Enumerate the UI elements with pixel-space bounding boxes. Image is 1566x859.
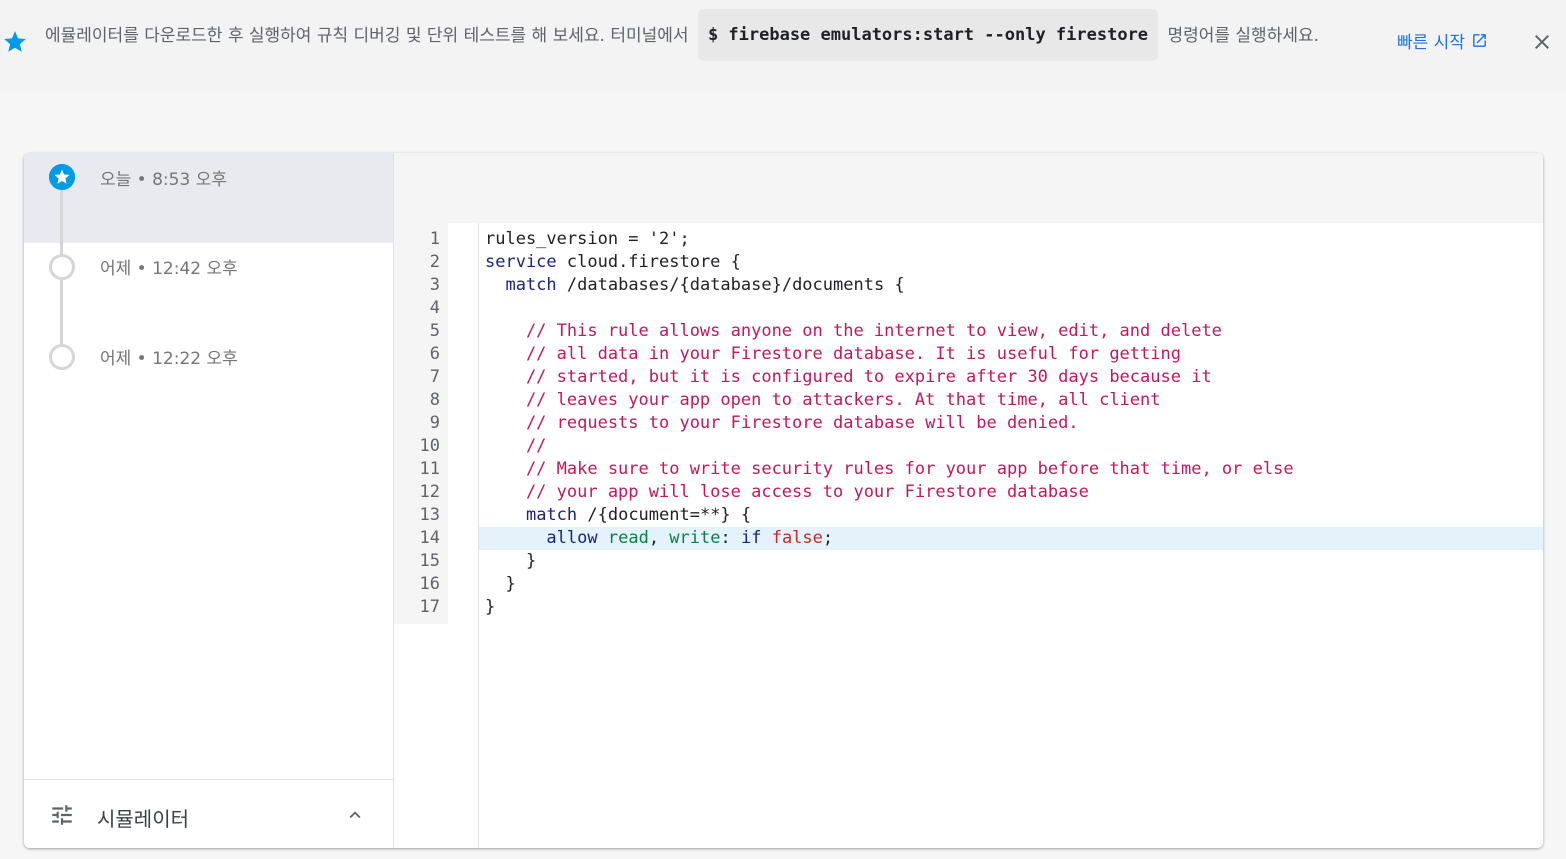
line-number: 16 (419, 574, 440, 594)
version-dot-icon (49, 254, 75, 280)
rules-code-editor[interactable]: 1 2 3 4 5 6 7 8 9 10 11 12 13 14 15 16 17 rules_version … (394, 153, 1543, 848)
code-token: // (485, 436, 547, 456)
line-number: 5 (429, 321, 440, 341)
star-icon (4, 31, 26, 52)
line-number: 3 (429, 275, 440, 295)
code-token: read (607, 528, 649, 548)
simulator-toggle[interactable]: 시뮬레이터 (24, 779, 393, 848)
code-line: } (485, 596, 495, 619)
code-line: allow read, write: if false; (485, 527, 833, 550)
code-token: , (648, 528, 670, 548)
code-token: match (505, 275, 557, 295)
history-item-label: 어제 • 12:22 오후 (100, 349, 238, 369)
code-token: // Make sure to write security rules for… (485, 459, 1294, 479)
code-line: } (485, 550, 536, 573)
command-snippet: $ firebase emulators:start --only firest… (697, 9, 1159, 61)
line-number: 10 (419, 436, 440, 456)
tune-icon (52, 805, 72, 825)
code-token: false (771, 528, 823, 548)
current-version-star-icon (49, 164, 75, 190)
code-token: allow (546, 528, 598, 548)
code-token: } (485, 597, 496, 617)
line-number: 15 (419, 551, 440, 571)
code-token: // requests to your Firestore database w… (485, 413, 1079, 433)
code-token: match (525, 505, 578, 525)
code-line: match /databases/{database}/documents { (485, 274, 905, 297)
banner-message: 에뮬레이터를 다운로드한 후 실행하여 규칙 디버깅 및 단위 테스트를 해 보… (45, 9, 1375, 62)
code-token: // started, but it is configured to expi… (485, 367, 1212, 387)
line-number: 1 (429, 229, 440, 249)
line-number: 17 (419, 597, 440, 617)
rules-history-sidebar: 오늘 • 8:53 오후 어제 • 12:42 오후 어제 • 12:22 오후… (24, 153, 394, 848)
quickstart-link[interactable]: 빠른 시작 (1397, 28, 1488, 53)
code-line: } (485, 573, 516, 596)
code-token: if (740, 528, 762, 548)
line-number: 14 (419, 528, 440, 548)
code-token: // all data in your Firestore database. … (485, 344, 1181, 364)
banner-text-before: 에뮬레이터를 다운로드한 후 실행하여 규칙 디버깅 및 단위 테스트를 해 보… (45, 26, 689, 46)
code-token: ; (822, 528, 834, 548)
code-line: // your app will lose access to your Fir… (485, 481, 1089, 504)
open-in-new-icon (1473, 34, 1486, 47)
editor-toolbar-area (394, 153, 1543, 223)
code-token: cloud.firestore { (556, 252, 741, 272)
close-icon[interactable] (1530, 30, 1554, 54)
line-number: 13 (419, 505, 440, 525)
line-number: 8 (429, 390, 440, 410)
code-token: /{document=**} { (577, 505, 752, 525)
line-number: 2 (429, 252, 440, 272)
code-line: rules_version = '2'; (485, 228, 690, 251)
code-line: match /{document=**} { (485, 504, 751, 527)
history-item-0-overlay (24, 153, 393, 243)
code-line: // (485, 435, 546, 458)
line-number: 9 (429, 413, 440, 433)
version-dot-icon (49, 344, 75, 370)
history-item-1[interactable]: 어제 • 12:42 오후 (24, 243, 393, 333)
simulator-label: 시뮬레이터 (97, 807, 189, 831)
code-token: rules_version = '2'; (485, 229, 690, 249)
banner-text-after: 명령어를 실행하세요. (1167, 26, 1320, 46)
code-token: service (485, 252, 557, 272)
code-line: // This rule allows anyone on the intern… (485, 320, 1222, 343)
line-number: 4 (429, 298, 440, 318)
code-line: // all data in your Firestore database. … (485, 343, 1181, 366)
chevron-up-icon[interactable] (344, 804, 366, 826)
code-line: // requests to your Firestore database w… (485, 412, 1079, 435)
code-token: write (669, 528, 721, 548)
code-token: } (485, 574, 516, 594)
code-line: // Make sure to write security rules for… (485, 458, 1294, 481)
code-token: // your app will lose access to your Fir… (485, 482, 1089, 502)
quickstart-link-label: 빠른 시작 (1397, 33, 1465, 53)
history-item-2[interactable]: 어제 • 12:22 오후 (24, 333, 393, 423)
code-line: service cloud.firestore { (485, 251, 741, 274)
code-line: // leaves your app open to attackers. At… (485, 389, 1161, 412)
code-token: // leaves your app open to attackers. At… (485, 390, 1161, 410)
line-number: 12 (419, 482, 440, 502)
rules-editor-card: 오늘 • 8:53 오후 어제 • 12:42 오후 어제 • 12:22 오후… (24, 153, 1543, 848)
line-number: 6 (429, 344, 440, 364)
code-line: // started, but it is configured to expi… (485, 366, 1212, 389)
code-token: /databases/{database}/documents { (556, 275, 905, 295)
code-token: // This rule allows anyone on the intern… (485, 321, 1222, 341)
emulator-info-banner: 에뮬레이터를 다운로드한 후 실행하여 규칙 디버깅 및 단위 테스트를 해 보… (0, 0, 1566, 92)
history-item-label: 어제 • 12:42 오후 (100, 259, 238, 279)
code-token: : (720, 528, 741, 548)
code-token: } (485, 551, 537, 571)
line-number: 11 (419, 459, 440, 479)
line-number: 7 (429, 367, 440, 387)
